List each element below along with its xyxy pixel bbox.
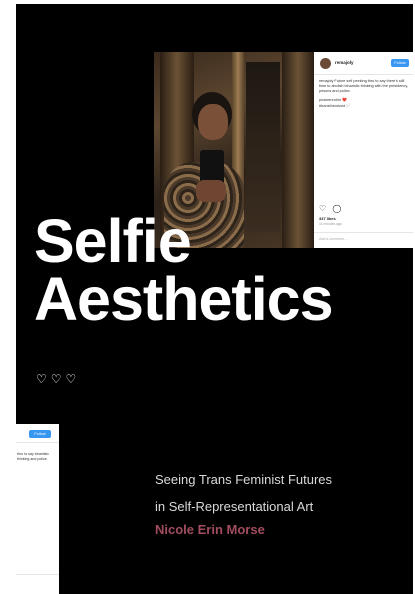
subtitle-line-2: in Self-Representational Art xyxy=(155,499,314,514)
avatar xyxy=(320,58,331,69)
book-title: Selfie Aesthetics xyxy=(34,211,334,330)
book-subtitle: Seeing Trans Feminist Futures in Self-Re… xyxy=(155,466,405,520)
hearts-icon: ♡♡♡ xyxy=(36,372,81,386)
post-caption: thru to say binaristic thinking and poli… xyxy=(17,452,49,461)
hand xyxy=(196,180,226,202)
follow-button[interactable]: Follow xyxy=(391,59,409,67)
subtitle-line-1: Seeing Trans Feminist Futures xyxy=(155,472,333,487)
instagram-post-bottom: Follow thru to say binaristic thinking a… xyxy=(16,424,59,594)
divider xyxy=(16,574,59,575)
divider xyxy=(16,442,59,443)
title-line-2: Aesthetics xyxy=(34,265,334,333)
post-tags: picturenrohin ❤️ #transtheorized 🏳️ xyxy=(319,98,409,109)
person-face xyxy=(198,104,228,140)
author-name: Nicole Erin Morse xyxy=(155,522,265,537)
follow-button[interactable]: Follow xyxy=(29,430,51,438)
post-tag: #transtheorized 🏳️ xyxy=(319,103,351,108)
book-cover: remajoly Follow remajoly Future self pee… xyxy=(16,4,413,594)
post-header: remajoly Follow xyxy=(314,52,413,75)
post-username: remajoly xyxy=(335,60,354,65)
post-caption: remajoly Future self peeking thru to say… xyxy=(319,79,408,93)
mirror-glass xyxy=(246,62,280,232)
